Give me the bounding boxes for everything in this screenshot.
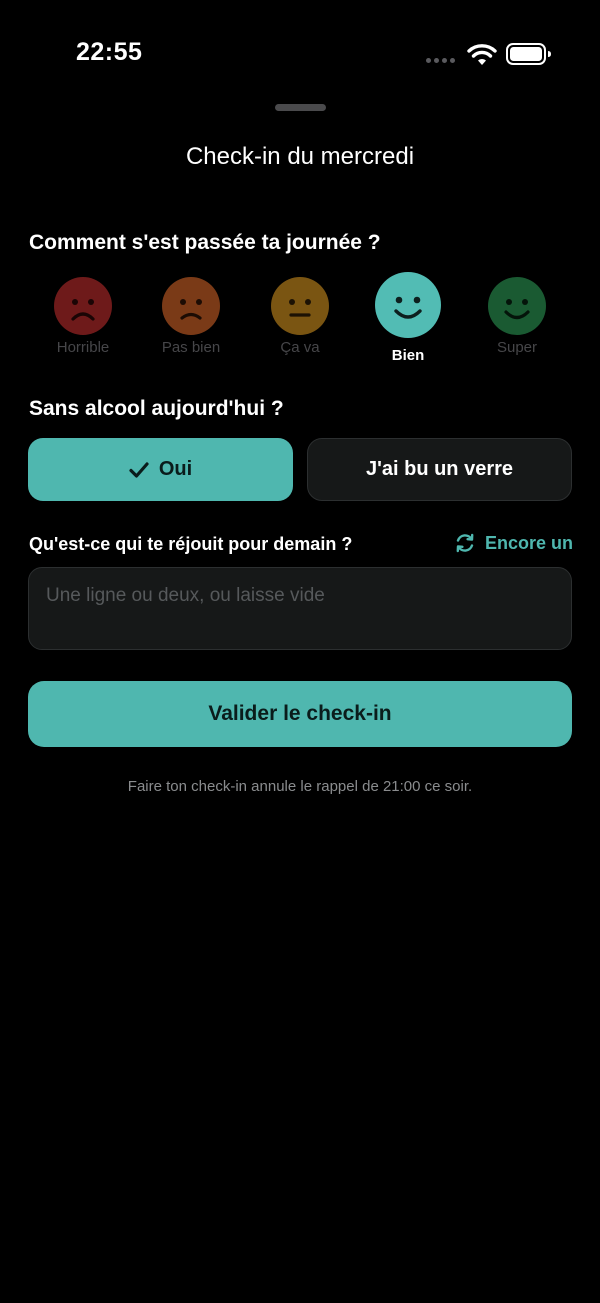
submit-checkin-button[interactable]: Valider le check-in: [28, 681, 572, 747]
no-label: J'ai bu un verre: [365, 458, 514, 480]
mood-label: Bien: [391, 347, 425, 364]
alcohol-free-yes-button[interactable]: Oui: [28, 438, 293, 501]
frown-face-icon: [54, 277, 112, 335]
had-a-drink-button[interactable]: J'ai bu un verre: [307, 438, 572, 501]
reminder-footnote: Faire ton check-in annule le rappel de 2…: [127, 778, 473, 795]
mood-question: Comment s'est passée ta journée ?: [29, 231, 381, 254]
sheet-title: Check-in du mercredi: [185, 143, 415, 170]
mood-label: Super: [496, 339, 538, 356]
frown-face-icon: [162, 277, 220, 335]
mood-selector: Horrible Pas bien Ça va Bien Super: [0, 272, 600, 372]
refresh-label: Encore un: [485, 532, 574, 553]
smile-face-icon: [375, 272, 441, 338]
wifi-icon: [467, 44, 497, 65]
status-time: 22:55: [76, 38, 143, 66]
mood-option-super[interactable]: Super: [463, 277, 571, 356]
refresh-icon: [456, 533, 474, 553]
cellular-signal-icon: [426, 58, 455, 63]
another-prompt-button[interactable]: Encore un: [454, 532, 573, 554]
battery-icon: [506, 43, 551, 65]
joy-question: Qu'est-ce qui te réjouit pour demain ?: [29, 534, 353, 554]
mood-option-horrible[interactable]: Horrible: [29, 277, 137, 356]
checkmark-icon: [129, 461, 149, 478]
mood-option-pas-bien[interactable]: Pas bien: [137, 277, 245, 356]
mood-option-ca-va[interactable]: Ça va: [246, 277, 354, 356]
smile-face-icon: [488, 277, 546, 335]
alcohol-question: Sans alcool aujourd'hui ?: [29, 397, 284, 420]
sheet-grabber[interactable]: [275, 104, 326, 111]
neutral-face-icon: [271, 277, 329, 335]
mood-label: Horrible: [56, 339, 110, 356]
joy-text-input[interactable]: [28, 567, 572, 650]
mood-option-bien[interactable]: Bien: [354, 272, 462, 364]
mood-label: Ça va: [280, 339, 320, 356]
status-bar: 22:55: [0, 0, 600, 100]
yes-label: Oui: [158, 458, 193, 480]
mood-label: Pas bien: [161, 339, 221, 356]
